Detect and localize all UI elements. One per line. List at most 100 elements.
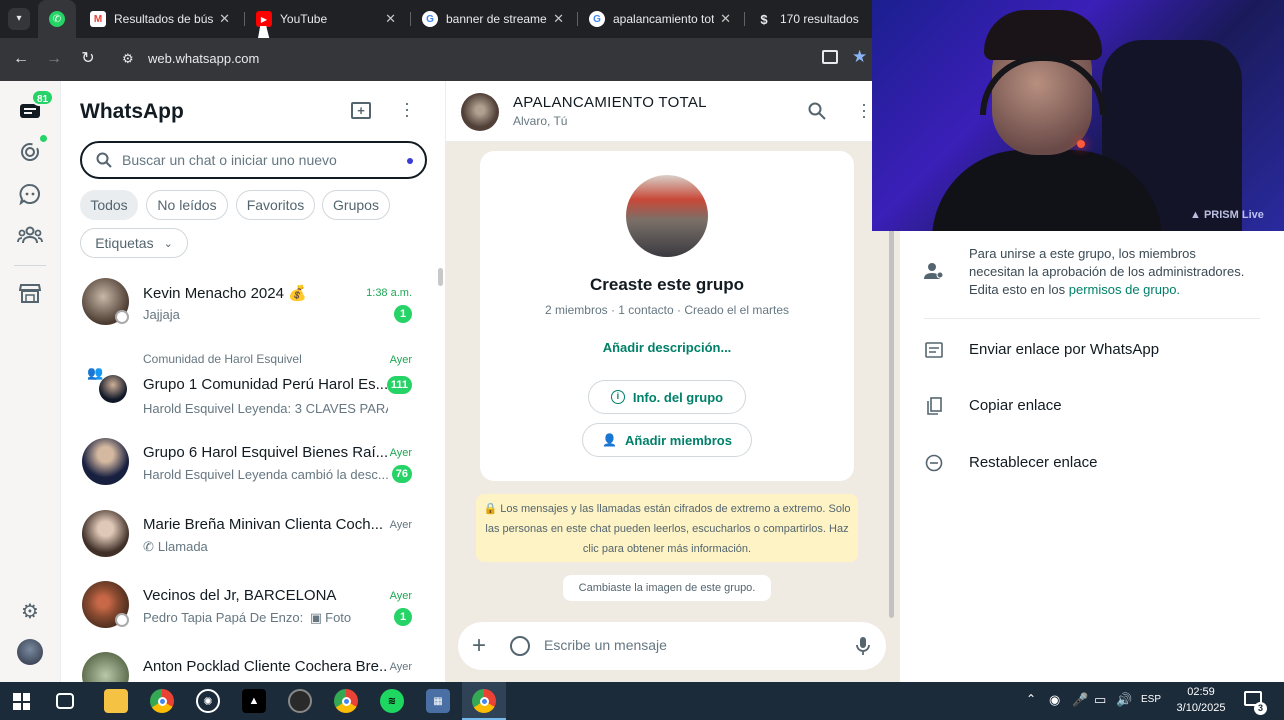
community-icon: 👥: [87, 365, 104, 380]
language-indicator[interactable]: ESP: [1141, 694, 1161, 705]
status-ring-icon: [115, 310, 129, 324]
windows-start-icon[interactable]: [13, 693, 30, 710]
chat-name: Grupo 1 Comunidad Perú Harol Es...: [143, 376, 388, 393]
address-bar[interactable]: ⚙ web.whatsapp.com: [110, 44, 810, 74]
attach-plus-icon[interactable]: +: [472, 631, 486, 661]
chat-list-item[interactable]: Kevin Menacho 2024 💰 Jajjaja 1:38 a.m. 1: [61, 268, 446, 338]
close-tab-icon[interactable]: ✕: [720, 11, 731, 27]
channels-icon[interactable]: [17, 181, 43, 207]
reload-icon[interactable]: ↻: [77, 48, 99, 70]
clock-time[interactable]: 02:59: [1172, 686, 1230, 698]
chrome-icon[interactable]: [150, 689, 174, 713]
meta-ai-icon[interactable]: [407, 158, 413, 164]
install-app-icon[interactable]: [822, 50, 838, 64]
status-icon[interactable]: [17, 139, 43, 165]
chrome-active-icon[interactable]: [472, 689, 496, 713]
obs-icon[interactable]: [288, 689, 312, 713]
chatgpt-icon[interactable]: ✺: [196, 689, 220, 713]
clock-date[interactable]: 3/10/2025: [1172, 702, 1230, 714]
microphone-icon[interactable]: [856, 636, 870, 661]
new-chat-icon[interactable]: +: [351, 102, 371, 119]
tab-google-apalancamiento[interactable]: G apalancamiento tot ✕: [579, 0, 741, 38]
unread-badge: 1: [394, 305, 412, 323]
reset-link[interactable]: Restablecer enlace: [969, 454, 1097, 471]
chat-last-message: Pedro Tapia Papá De Enzo: ▣ Foto: [143, 610, 388, 626]
capcut-icon[interactable]: ▲: [242, 689, 266, 713]
close-tab-icon[interactable]: ✕: [219, 11, 230, 27]
avatar: [82, 438, 129, 485]
group-permissions-link[interactable]: permisos de grupo.: [1069, 282, 1180, 297]
close-tab-icon[interactable]: ✕: [553, 11, 564, 27]
whatsapp-icon: ✆: [49, 11, 65, 27]
tab-gmail[interactable]: M Resultados de búsq ✕: [80, 0, 240, 38]
unread-badge: 1: [394, 608, 412, 626]
profile-avatar[interactable]: [17, 639, 43, 665]
network-icon[interactable]: ▭: [1094, 692, 1106, 708]
youtube-icon: ▶: [256, 11, 272, 27]
file-explorer-icon[interactable]: [104, 689, 128, 713]
tab-search-dropdown-button[interactable]: ▾: [8, 8, 30, 30]
sticker-icon[interactable]: [510, 636, 530, 656]
search-icon[interactable]: [808, 102, 826, 125]
communities-icon[interactable]: [17, 222, 43, 248]
chat-list-item[interactable]: Grupo 6 Harol Esquivel Bienes Raí... Har…: [61, 430, 446, 500]
google-icon: G: [589, 11, 605, 27]
webcam-tray-icon[interactable]: ◉: [1049, 692, 1060, 708]
business-tools-icon[interactable]: [17, 280, 43, 306]
tab-title: 170 resultados de i: [780, 12, 862, 26]
back-icon[interactable]: ←: [10, 48, 32, 70]
filter-chip-grupos[interactable]: Grupos: [322, 190, 390, 220]
unread-count-badge: 81: [31, 89, 55, 106]
chat-list-item[interactable]: Anton Pocklad Cliente Cochera Bre... Aye…: [61, 643, 446, 682]
notification-count: 3: [1254, 702, 1267, 715]
chat-last-message: Harold Esquivel Leyenda cambió la desc..…: [143, 467, 388, 482]
search-icon: [96, 152, 112, 171]
dollar-icon: $: [760, 11, 768, 27]
send-link-whatsapp[interactable]: Enviar enlace por WhatsApp: [969, 341, 1159, 358]
media-label: Foto: [325, 610, 352, 625]
bookmark-star-icon[interactable]: ★: [852, 47, 867, 67]
chrome-profile-icon[interactable]: [334, 689, 358, 713]
tab-whatsapp[interactable]: ✆: [38, 0, 76, 38]
conversation-header[interactable]: APALANCAMIENTO TOTAL Alvaro, Tú · · ·: [446, 81, 900, 142]
person-hair: [984, 10, 1102, 60]
encryption-notice[interactable]: 🔒 Los mensajes y las llamadas están cifr…: [476, 494, 858, 562]
chat-list-item[interactable]: Marie Breña Minivan Clienta Coch... ✆ Lla…: [61, 501, 446, 571]
calculator-icon[interactable]: ▦: [426, 689, 450, 713]
task-view-icon[interactable]: [56, 693, 74, 709]
microphone-tray-icon[interactable]: 🎤: [1072, 692, 1088, 708]
chevron-up-icon[interactable]: ⌃: [1026, 692, 1036, 706]
photo-icon: ▣: [309, 610, 323, 625]
site-settings-icon[interactable]: ⚙: [122, 44, 134, 74]
menu-dots-icon[interactable]: · · ·: [858, 95, 870, 125]
person-settings-icon: [924, 261, 944, 281]
forward-icon[interactable]: →: [43, 48, 65, 70]
watermark-text: PRISM Live: [1203, 209, 1264, 221]
filter-chip-favoritos[interactable]: Favoritos: [236, 190, 315, 220]
chat-list-item[interactable]: 👥 Comunidad de Harol Esquivel Grupo 1 Co…: [61, 345, 446, 425]
menu-dots-icon[interactable]: · · ·: [401, 94, 413, 124]
group-avatar[interactable]: [461, 93, 499, 131]
spotify-icon[interactable]: ≋: [380, 689, 404, 713]
volume-icon[interactable]: 🔊: [1116, 692, 1132, 708]
reset-link-icon: [924, 453, 944, 473]
group-photo[interactable]: [626, 175, 708, 257]
unread-badge: 76: [391, 465, 412, 483]
search-input[interactable]: Buscar un chat o iniciar uno nuevo: [80, 141, 427, 179]
add-members-button[interactable]: 👤 Añadir miembros: [582, 423, 752, 457]
filter-chip-no-leidos[interactable]: No leídos: [146, 190, 228, 220]
filter-chip-etiquetas[interactable]: Etiquetas ⌄: [80, 228, 188, 258]
tab-google-banner[interactable]: G banner de streamer ✕: [412, 0, 574, 38]
tab-title: apalancamiento tot: [613, 12, 715, 26]
chat-list-item[interactable]: Vecinos del Jr, BARCELONA Pedro Tapia Pa…: [61, 572, 446, 642]
group-info-button[interactable]: i Info. del grupo: [588, 380, 746, 414]
copy-link[interactable]: Copiar enlace: [969, 397, 1062, 414]
add-description-link[interactable]: Añadir descripción...: [480, 340, 854, 355]
settings-gear-icon[interactable]: ⚙: [17, 598, 43, 624]
status-ring-icon: [115, 613, 129, 627]
tab-resultados[interactable]: $ 170 resultados de i: [746, 0, 872, 38]
filter-chip-todos[interactable]: Todos: [80, 190, 138, 220]
chat-time: Ayer: [389, 447, 412, 459]
close-tab-icon[interactable]: ✕: [385, 11, 396, 27]
message-input[interactable]: Escribe un mensaje: [544, 637, 667, 653]
